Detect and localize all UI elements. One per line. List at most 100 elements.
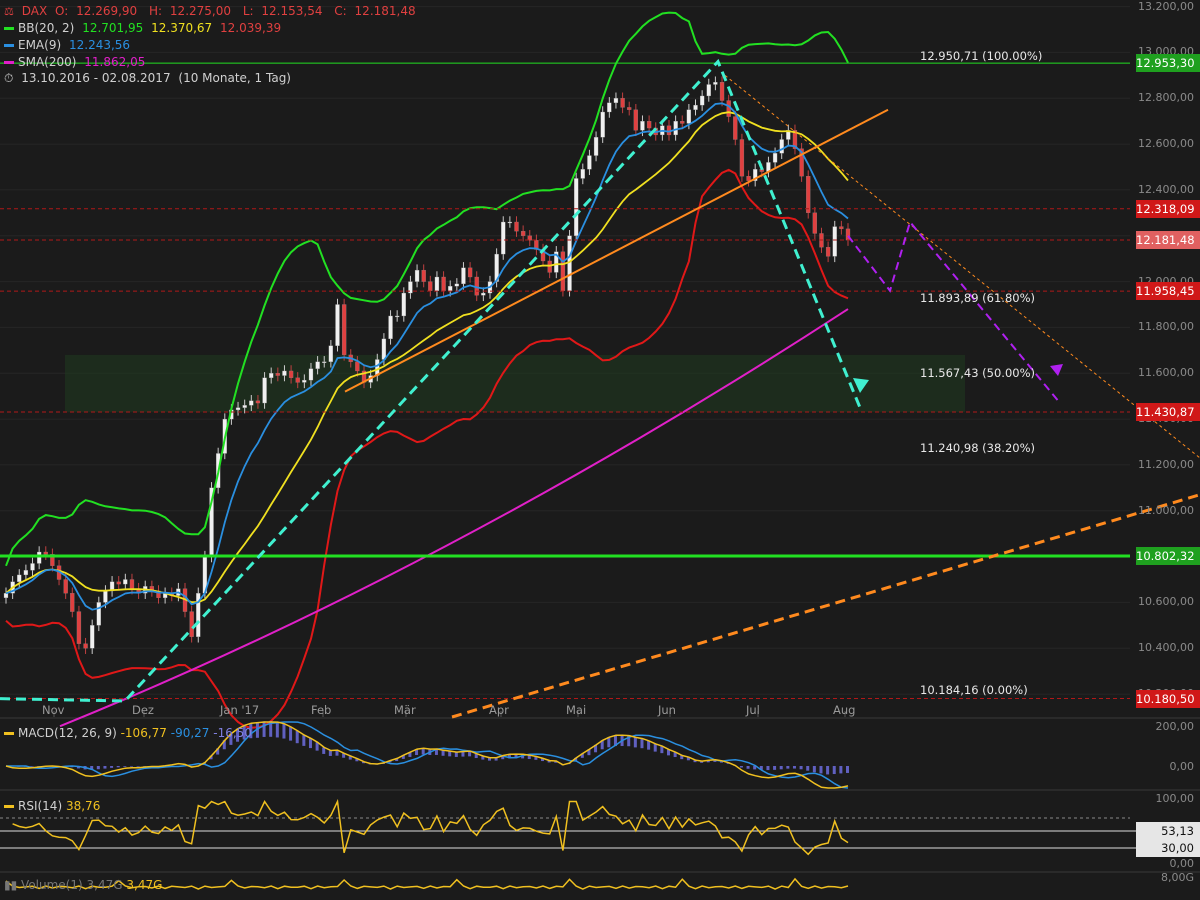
- macd-histogram-bar: [826, 766, 830, 775]
- volume-icon: ▮▮: [4, 878, 18, 892]
- high-label: H: 12.275,00: [149, 4, 235, 18]
- candle-body: [70, 593, 75, 612]
- candle-body: [242, 405, 247, 408]
- candle-body: [341, 304, 347, 356]
- fib-level-label: 10.184,16 (0.00%): [920, 682, 1028, 697]
- macd-histogram-bar: [282, 723, 286, 739]
- ema-value: 12.243,56: [68, 38, 131, 52]
- bb-lower-value: 12.039,39: [220, 21, 282, 35]
- low-key: L:: [242, 4, 254, 18]
- candle-body: [335, 304, 340, 346]
- candle-body: [302, 379, 307, 383]
- fib-level-label: 11.893,89 (61.80%): [920, 290, 1036, 305]
- candle-body: [454, 283, 459, 287]
- candle-body: [255, 400, 261, 404]
- candle-body: [693, 104, 698, 110]
- candle-body: [627, 107, 632, 110]
- low-value: 12.153,54: [261, 4, 323, 18]
- macd-histogram-bar: [116, 766, 120, 768]
- rsi-line: [12, 798, 849, 856]
- rsi-swatch: [4, 805, 14, 808]
- candle-body: [607, 102, 612, 113]
- macd-histogram-bar: [832, 766, 836, 775]
- candle-body: [23, 570, 29, 576]
- volume-tick: 8,00G: [1160, 871, 1194, 884]
- candle-body: [315, 361, 320, 369]
- period-info: (10 Monate, 1 Tag): [178, 71, 291, 85]
- bb-legend: BB(20, 2) 12.701,95 12.370,67 12.039,39: [4, 21, 285, 35]
- period-range: 13.10.2016 - 02.08.2017: [21, 71, 171, 85]
- candle-body: [401, 292, 406, 317]
- candle-body: [633, 109, 638, 131]
- candle-body: [83, 643, 88, 649]
- candle-body: [414, 269, 420, 282]
- high-key: H:: [149, 4, 163, 18]
- candle-body: [620, 98, 625, 108]
- support-zone: [65, 354, 965, 413]
- price-tag: 12.953,30: [1136, 54, 1200, 73]
- candle-body: [96, 602, 101, 626]
- ohlc-legend: ⚖ DAX O: 12.269,90 H: 12.275,00 L: 12.15…: [4, 4, 424, 18]
- close-key: C:: [334, 4, 347, 18]
- y-tick-label: 11.600,00: [1138, 366, 1194, 380]
- rsi-title: RSI(14) 38,76: [4, 799, 100, 813]
- sma-label: SMA(200): [18, 55, 77, 69]
- macd-histogram-bar: [819, 766, 823, 774]
- candle-body: [686, 109, 692, 124]
- candle-body: [673, 121, 678, 136]
- candle-body: [613, 98, 619, 103]
- candle-body: [388, 315, 393, 340]
- macd-histogram-bar: [633, 737, 637, 748]
- x-tick-label: Jan '17: [220, 703, 260, 717]
- macd-histogram-bar: [110, 766, 114, 768]
- rsi-tag-upper: 53,13: [1136, 822, 1200, 840]
- candle-body: [832, 226, 837, 257]
- candle-body: [262, 377, 267, 404]
- y-tick-label: 11.800,00: [1138, 320, 1194, 334]
- candle-body: [308, 368, 314, 381]
- candle-body: [706, 84, 711, 97]
- volume-value: 3,47G: [86, 878, 123, 892]
- candle-body: [806, 176, 811, 213]
- macd-histogram-bar: [96, 766, 100, 770]
- fib-level-label: 11.567,43 (50.00%): [920, 365, 1036, 380]
- open-key: O:: [55, 4, 69, 18]
- candle-body: [825, 247, 831, 257]
- macd-histogram-bar: [846, 766, 849, 773]
- candle-body: [288, 370, 294, 378]
- candle-body: [593, 137, 599, 156]
- candle-body: [587, 155, 592, 170]
- candle-body: [421, 269, 426, 282]
- y-tick-label: 13.200,00: [1138, 0, 1194, 13]
- candle-body: [129, 579, 135, 589]
- y-tick-label: 12.600,00: [1138, 137, 1194, 151]
- ema-legend: EMA(9) 12.243,56: [4, 38, 134, 52]
- macd-tick-zero: 0,00: [1169, 760, 1195, 773]
- x-tick-label: Aug: [833, 703, 856, 717]
- candle-body: [699, 95, 705, 106]
- macd-histogram-bar: [275, 722, 279, 738]
- bb-swatch: [4, 27, 14, 30]
- candle-body: [36, 551, 42, 564]
- candle-body: [235, 407, 241, 411]
- candle-body: [746, 176, 751, 181]
- candle-body: [328, 345, 334, 362]
- bb-mid-value: 12.701,95: [82, 21, 144, 35]
- low-label: L: 12.153,54: [243, 4, 327, 18]
- volume-value-2: 3,47G: [126, 878, 163, 892]
- x-tick-label: Feb: [311, 703, 332, 717]
- candle-body: [448, 286, 453, 291]
- macd-histogram-bar: [647, 740, 651, 750]
- candle-body: [428, 281, 433, 291]
- macd-histogram-bar: [766, 766, 770, 771]
- clock-icon: ⏱: [4, 71, 14, 85]
- price-tag: 11.958,45: [1136, 282, 1200, 301]
- price-tag: 12.318,09: [1136, 199, 1200, 218]
- fib-level-label: 11.240,98 (38.20%): [920, 440, 1036, 455]
- macd-histogram-bar: [773, 766, 777, 770]
- rsi-tick-zero: 0,00: [1169, 857, 1195, 870]
- candle-body: [547, 260, 552, 273]
- candle-body: [381, 338, 387, 360]
- candle-body: [646, 121, 652, 129]
- candle-body: [560, 251, 566, 291]
